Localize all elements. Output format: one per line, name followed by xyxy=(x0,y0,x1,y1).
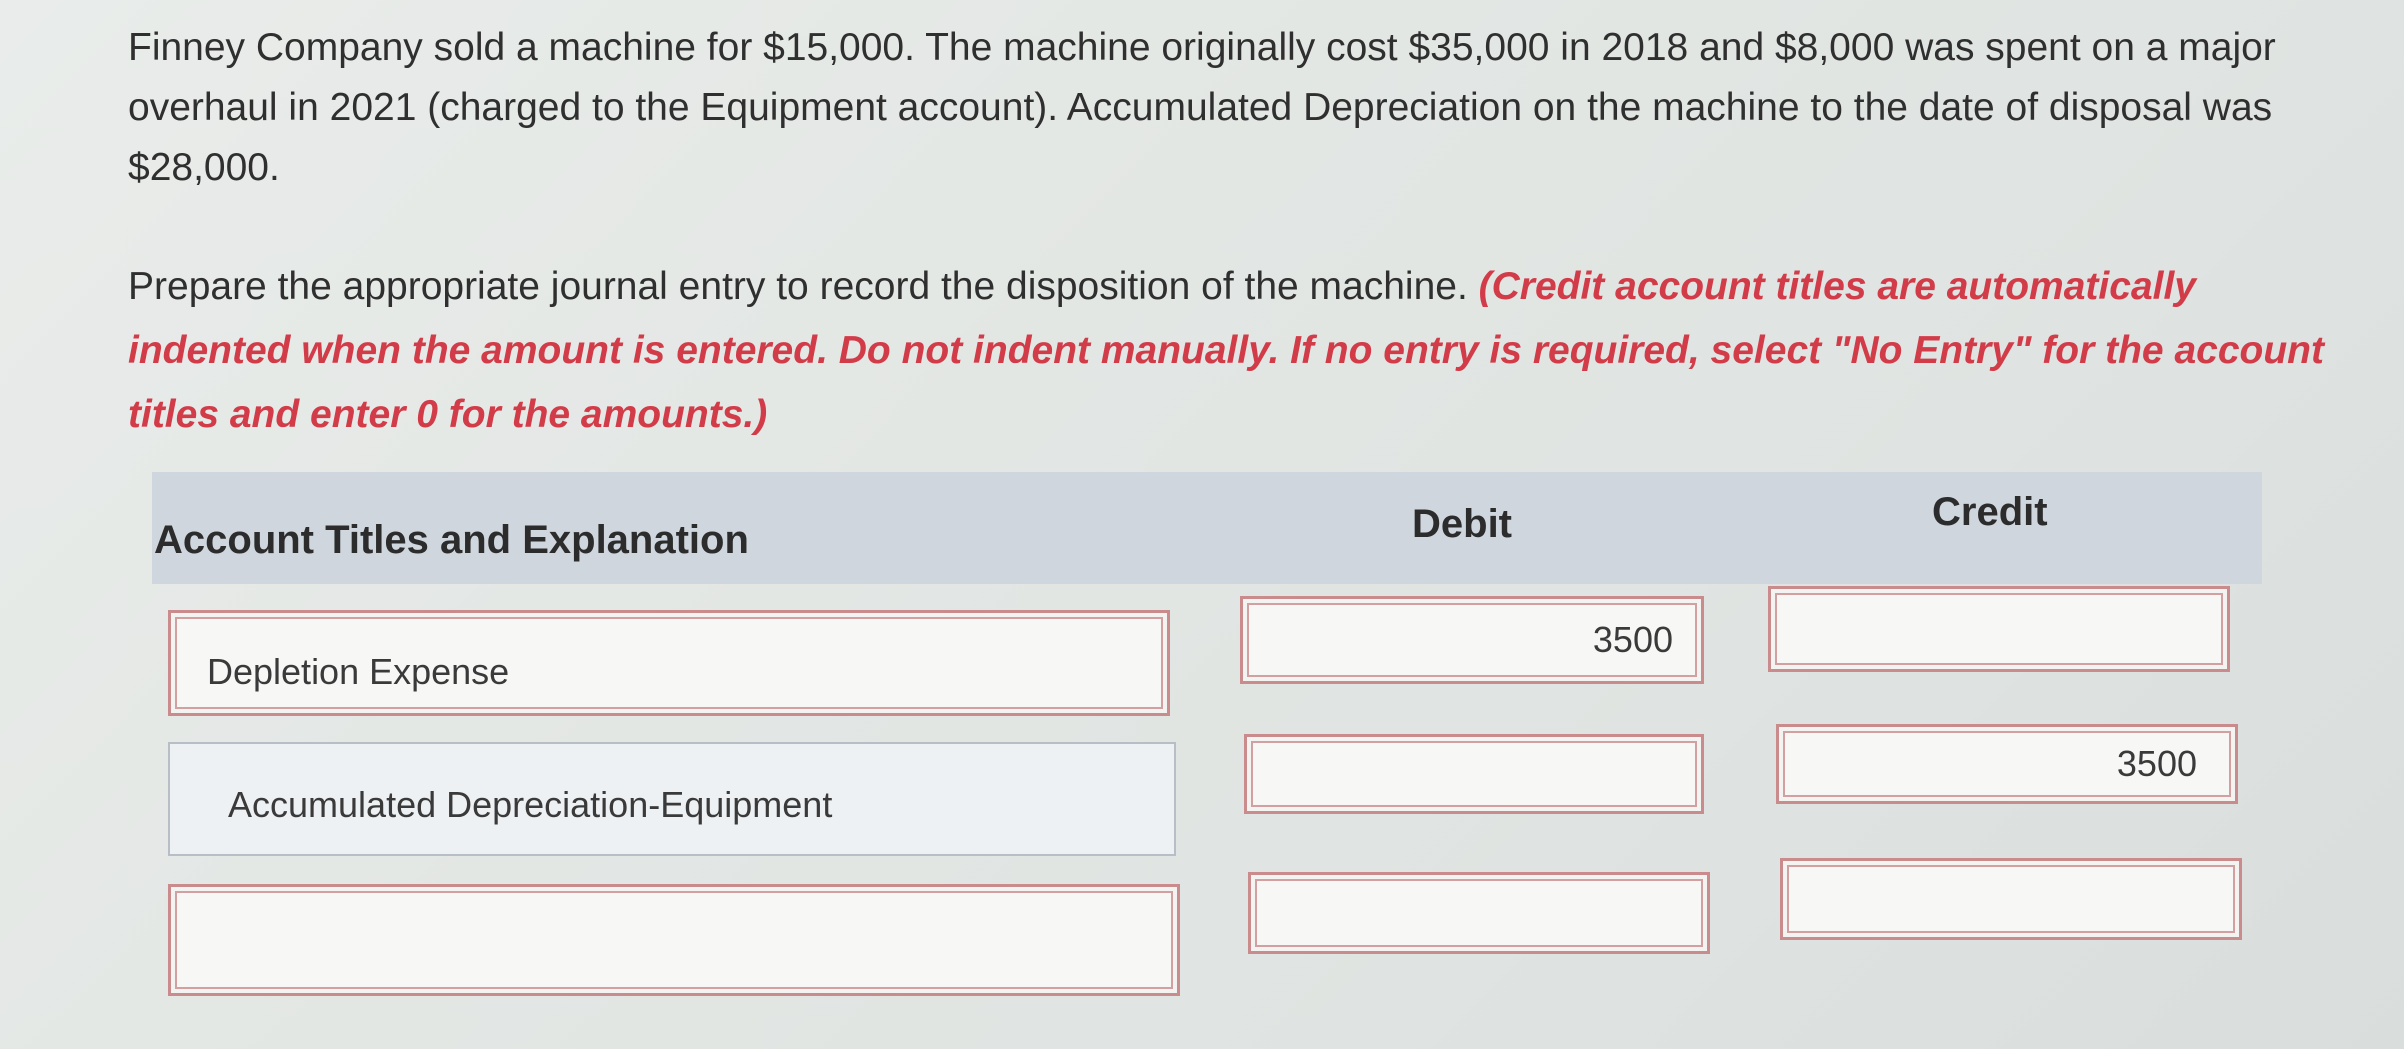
debit-value: 3500 xyxy=(1592,619,1673,660)
credit-value: 3500 xyxy=(2116,743,2197,784)
account-title-value: Accumulated Depreciation-Equipment xyxy=(228,784,833,825)
credit-input-row-3[interactable] xyxy=(1780,858,2242,940)
header-credit: Credit xyxy=(1932,490,2048,534)
header-debit: Debit xyxy=(1412,502,1512,546)
problem-statement: Finney Company sold a machine for $15,00… xyxy=(128,26,2276,189)
debit-input-row-1[interactable]: 3500 xyxy=(1240,596,1704,684)
account-title-select-row-3[interactable] xyxy=(168,884,1180,996)
instruction-text: Prepare the appropriate journal entry to… xyxy=(128,255,2358,447)
credit-input-row-1[interactable] xyxy=(1768,586,2230,672)
instruction-main: Prepare the appropriate journal entry to… xyxy=(128,265,1479,308)
credit-input-row-2[interactable]: 3500 xyxy=(1776,724,2238,804)
debit-input-row-2[interactable] xyxy=(1244,734,1704,814)
debit-input-row-3[interactable] xyxy=(1248,872,1710,954)
journal-table-header: Account Titles and Explanation Debit Cre… xyxy=(152,472,2262,584)
header-account-titles: Account Titles and Explanation xyxy=(154,518,749,562)
account-title-select-row-2[interactable]: Accumulated Depreciation-Equipment xyxy=(168,742,1176,856)
account-title-value: Depletion Expense xyxy=(207,651,510,692)
account-title-select-row-1[interactable]: Depletion Expense xyxy=(168,610,1170,716)
